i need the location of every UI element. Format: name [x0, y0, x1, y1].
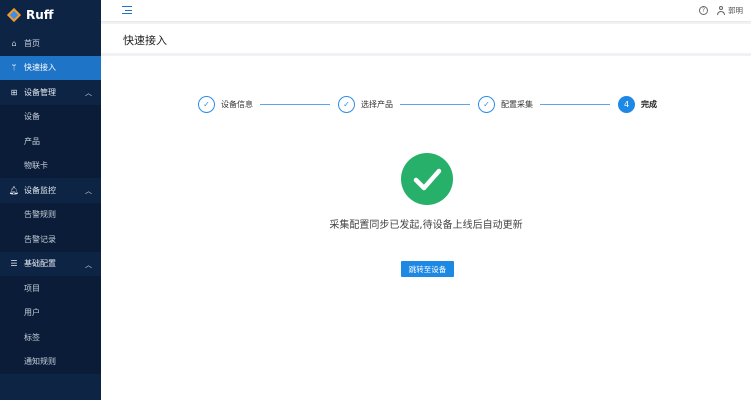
sidebar-item-label: 首页 [24, 38, 40, 48]
bell-icon: 🔔︎ [8, 185, 20, 195]
sidebar-item-label: 项目 [24, 283, 40, 293]
sidebar-item-iot-cards[interactable]: 物联卡 [0, 153, 101, 178]
sidebar-item-alarm-records[interactable]: 告警记录 [0, 227, 101, 252]
grid-icon: ⊞ [10, 87, 18, 97]
sidebar-group-basic-config[interactable]: ☰ 基础配置 ︿ [0, 252, 101, 277]
sidebar-item-label: 告警规则 [24, 210, 56, 220]
branch-icon: ᛘ [11, 63, 17, 73]
home-icon: ⌂ [11, 38, 17, 48]
main-content: ✓ 设备信息 ✓ 选择产品 ✓ 配置采集 4 完成 采集配置同步已发起,待设备上… [101, 56, 751, 400]
step-3-label: 配置采集 [501, 100, 533, 109]
chevron-up-icon: ︿ [85, 187, 92, 195]
sidebar-item-label: 设备 [24, 112, 40, 122]
step-2-check-icon: ✓ [338, 96, 355, 113]
step-2-label: 选择产品 [361, 100, 393, 109]
logo[interactable]: Ruff [0, 0, 101, 30]
list-icon: ☰ [10, 259, 18, 269]
sidebar-item-label: 用户 [24, 308, 40, 318]
sidebar-item-users[interactable]: 用户 [0, 300, 101, 325]
sidebar-item-label: 设备管理 [24, 87, 56, 97]
sidebar-item-label: 通知规则 [24, 357, 56, 367]
step-connector [400, 104, 470, 106]
sidebar-item-tags[interactable]: 标签 [0, 325, 101, 350]
sidebar-item-home[interactable]: ⌂ 首页 [0, 31, 101, 56]
help-icon[interactable]: ? [699, 6, 708, 15]
sidebar: Ruff ⌂ 首页 ᛘ 快速接入 ⊞ 设备管理 ︿ 设备 产品 物联卡 🔔︎ 设… [0, 0, 101, 400]
user-icon[interactable] [717, 6, 725, 15]
sidebar-item-products[interactable]: 产品 [0, 129, 101, 154]
sidebar-item-label: 基础配置 [24, 259, 56, 269]
sidebar-item-label: 物联卡 [24, 161, 48, 171]
page-header: 快速接入 [101, 24, 751, 53]
sidebar-item-projects[interactable]: 项目 [0, 276, 101, 301]
result-message: 采集配置同步已发起,待设备上线后自动更新 [329, 220, 523, 231]
sidebar-item-label: 产品 [24, 136, 40, 146]
goto-device-button[interactable]: 跳转至设备 [401, 261, 454, 277]
chevron-up-icon: ︿ [85, 260, 92, 269]
sidebar-group-device-monitoring[interactable]: 🔔︎ 设备监控 ︿ [0, 178, 101, 203]
sidebar-item-label: 快速接入 [24, 63, 56, 73]
menu-toggle-icon[interactable] [122, 6, 132, 15]
sidebar-group-device-management[interactable]: ⊞ 设备管理 ︿ [0, 80, 101, 105]
steps: ✓ 设备信息 ✓ 选择产品 ✓ 配置采集 4 完成 [198, 96, 658, 114]
sidebar-item-alarm-rules[interactable]: 告警规则 [0, 202, 101, 227]
sidebar-item-label: 告警记录 [24, 234, 56, 244]
step-4-number: 4 [618, 96, 635, 113]
ruff-logo-icon [6, 7, 22, 23]
sidebar-item-notification-rules[interactable]: 通知规则 [0, 349, 101, 374]
step-connector [260, 104, 330, 106]
step-3-check-icon: ✓ [478, 96, 495, 113]
page-title: 快速接入 [123, 34, 167, 47]
user-name[interactable]: 郭明 [728, 5, 743, 16]
top-bar: ? 郭明 [101, 0, 751, 22]
top-right-actions: ? 郭明 [699, 5, 743, 16]
step-1-check-icon: ✓ [198, 96, 215, 113]
chevron-up-icon: ︿ [85, 89, 92, 97]
success-check-icon [401, 153, 453, 205]
step-1-label: 设备信息 [221, 100, 253, 109]
step-connector [540, 104, 610, 106]
sidebar-item-label: 设备监控 [24, 185, 56, 195]
sidebar-item-label: 标签 [24, 332, 40, 342]
logo-text: Ruff [26, 8, 54, 22]
sidebar-item-quick-access[interactable]: ᛘ 快速接入 [0, 55, 101, 80]
sidebar-menu: ⌂ 首页 ᛘ 快速接入 ⊞ 设备管理 ︿ 设备 产品 物联卡 🔔︎ 设备监控 ︿… [0, 31, 101, 374]
step-4-label: 完成 [641, 100, 657, 109]
sidebar-item-devices[interactable]: 设备 [0, 104, 101, 129]
